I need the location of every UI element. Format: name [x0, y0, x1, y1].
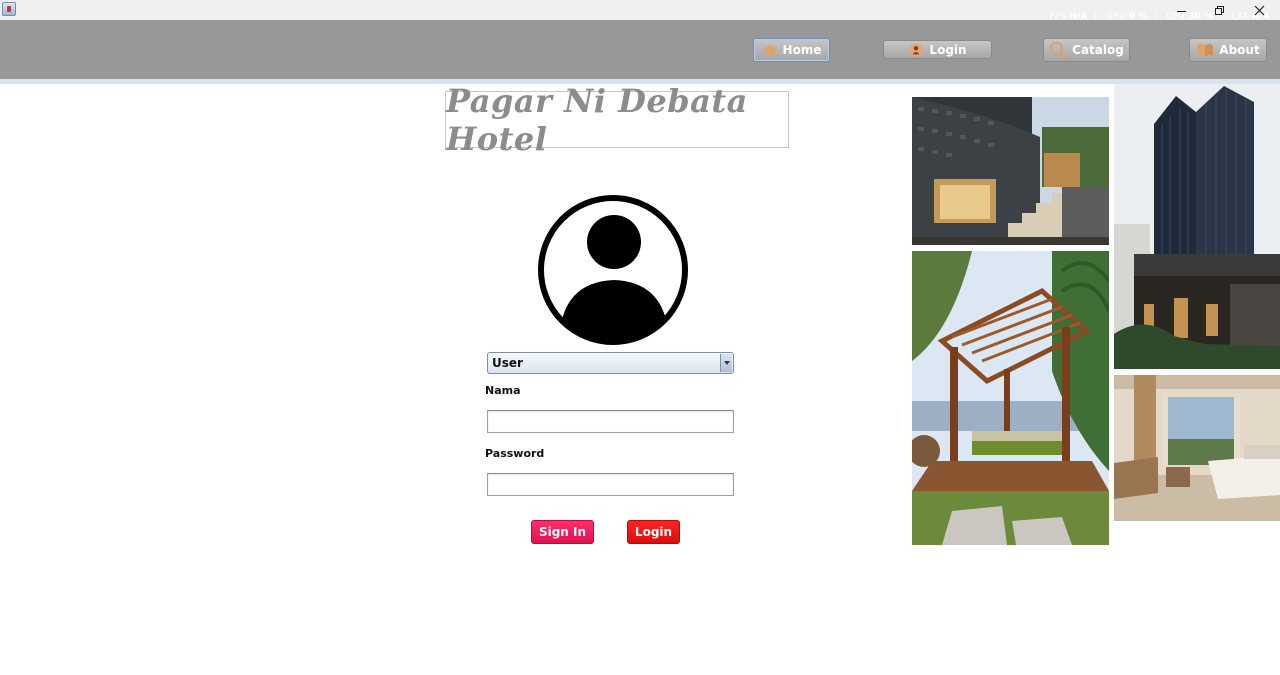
nav-login-label: Login [929, 42, 967, 57]
hotel-tower-photo [1114, 84, 1280, 369]
role-select-value: User [492, 356, 523, 370]
user-avatar-icon [538, 195, 688, 345]
nav-about-label: About [1219, 43, 1260, 57]
header-bar: Home Login Catalog About [0, 20, 1280, 79]
restore-icon [1214, 5, 1224, 15]
nav-home-label: Home [782, 43, 822, 57]
nav-catalog-label: Catalog [1072, 43, 1124, 57]
nama-input[interactable] [487, 410, 734, 433]
minimize-button[interactable] [1162, 0, 1200, 20]
nav-login-button[interactable]: Login [883, 40, 992, 59]
hotel-title: Pagar Ni Debata Hotel [445, 82, 789, 158]
password-input[interactable] [487, 473, 734, 496]
close-button[interactable] [1240, 0, 1278, 20]
home-icon [762, 44, 777, 56]
hotel-room-photo [1114, 375, 1280, 521]
garden-pergola-photo [912, 251, 1109, 545]
user-icon [909, 42, 923, 57]
window-titlebar: FPS N/A | GPU 0 % | CPU 30 % | LAT N/A [0, 0, 1280, 22]
minimize-icon [1176, 10, 1186, 12]
book-icon [1197, 44, 1214, 56]
role-select-arrow[interactable] [720, 354, 732, 372]
nav-home-button[interactable]: Home [753, 38, 830, 62]
login-button[interactable]: Login [627, 520, 680, 544]
hotel-exterior-stairs-photo [912, 97, 1109, 245]
password-label: Password [485, 447, 545, 460]
sign-in-button[interactable]: Sign In [531, 520, 594, 544]
role-select[interactable]: User [487, 352, 734, 374]
search-icon [1049, 41, 1068, 59]
nav-about-button[interactable]: About [1189, 38, 1267, 62]
java-app-icon [2, 2, 16, 16]
chevron-down-icon [723, 361, 730, 365]
nav-catalog-button[interactable]: Catalog [1043, 38, 1130, 62]
restore-button[interactable] [1200, 0, 1238, 20]
close-icon [1254, 5, 1264, 15]
nama-label: Nama [485, 384, 521, 397]
